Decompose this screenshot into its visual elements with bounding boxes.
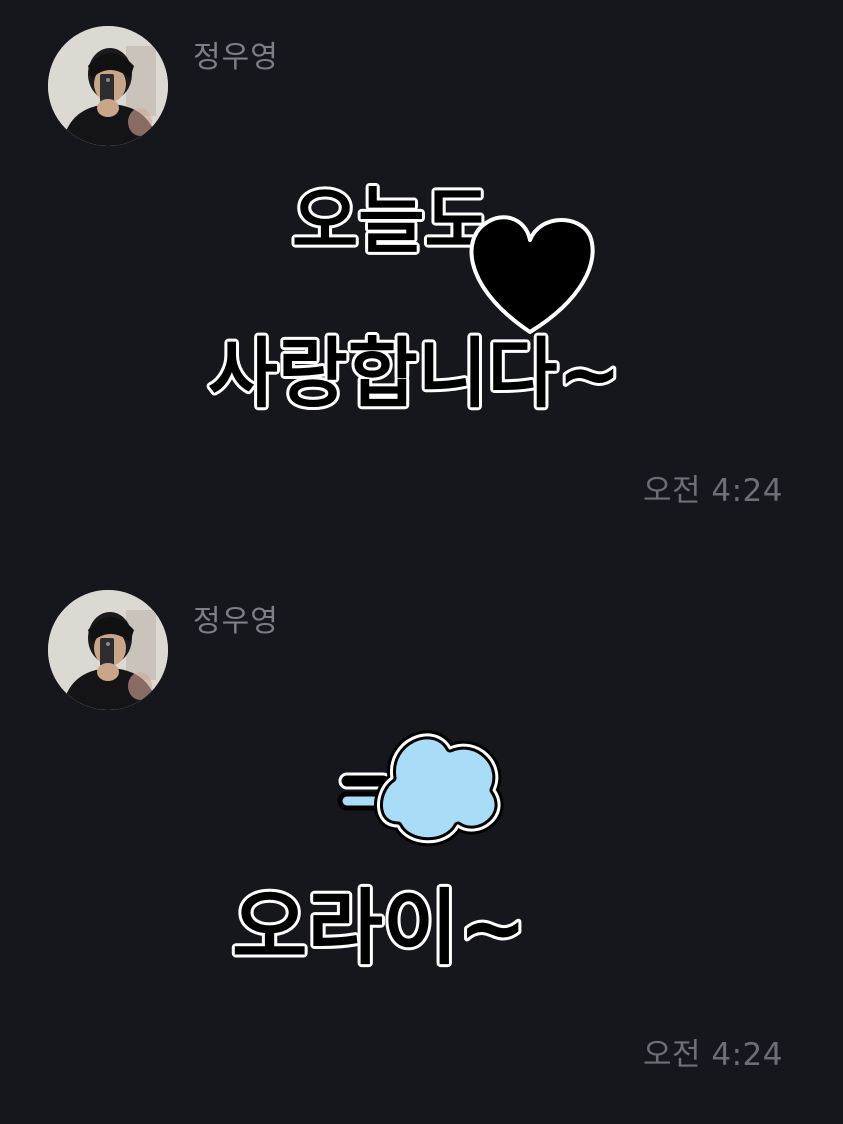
sticker[interactable]: 오늘도 사랑합니다~ [0, 0, 843, 460]
chat-message: 정우영 오늘도 사랑합니다~ 오전 4:24 [0, 0, 843, 560]
message-time: 오전 4:24 [642, 473, 783, 509]
sticker-text-line2: 사랑합니다~ [208, 329, 621, 418]
sticker-text-line1: 오늘도 [292, 179, 491, 263]
chat-message: 정우영 오라이~ 오전 4:24 [0, 564, 843, 1124]
heart-icon [469, 215, 595, 334]
message-time: 오전 4:24 [642, 1037, 783, 1073]
sticker[interactable]: 오라이~ [0, 564, 843, 1024]
puff-cloud-icon [337, 730, 504, 847]
sticker-text-line1: 오라이~ [232, 881, 527, 976]
